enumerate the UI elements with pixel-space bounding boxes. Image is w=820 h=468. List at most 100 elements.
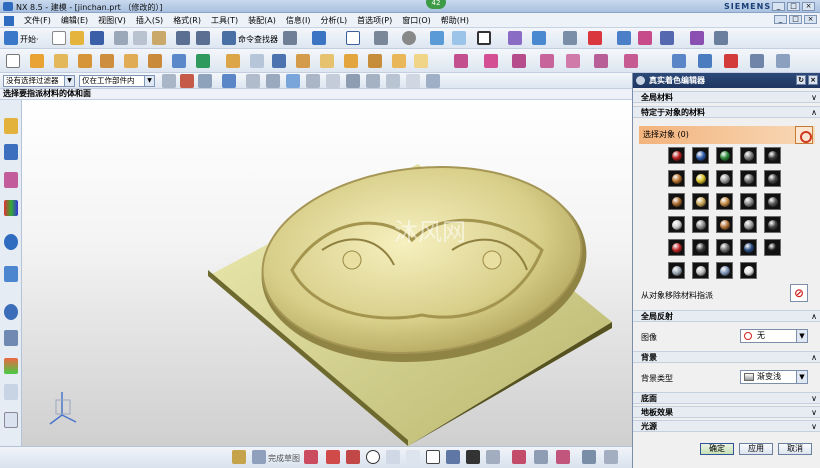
- offset-region-icon[interactable]: [540, 54, 554, 68]
- material-swatch[interactable]: [716, 216, 733, 233]
- display-mode-icon[interactable]: [283, 31, 297, 45]
- extrude-icon[interactable]: [30, 54, 44, 68]
- material-swatch[interactable]: [764, 170, 781, 187]
- paste-icon[interactable]: [152, 31, 166, 45]
- menu-window[interactable]: 窗口(O): [397, 15, 436, 26]
- palette-icon[interactable]: [4, 358, 18, 374]
- sew-icon[interactable]: [368, 54, 382, 68]
- section-stage-effect[interactable]: 地板效果 ∨: [633, 406, 820, 418]
- snap-on-face-icon[interactable]: [326, 74, 340, 88]
- fillet-icon[interactable]: [386, 450, 400, 464]
- material-swatch[interactable]: [740, 170, 757, 187]
- rectangle-icon[interactable]: [426, 450, 440, 464]
- material-swatch[interactable]: [764, 239, 781, 256]
- chamfer-sketch-icon[interactable]: [406, 450, 420, 464]
- material-swatch[interactable]: [716, 193, 733, 210]
- doc-minimize-button[interactable]: _: [774, 15, 787, 24]
- thicken-icon[interactable]: [344, 54, 358, 68]
- maximize-button[interactable]: □: [787, 2, 800, 11]
- sketch-icon[interactable]: [6, 54, 20, 68]
- redo-icon[interactable]: [196, 31, 210, 45]
- snap-point-on-icon[interactable]: [426, 74, 440, 88]
- material-swatch[interactable]: [716, 262, 733, 279]
- command-finder-label[interactable]: 命令查找器: [238, 34, 278, 45]
- studio-surface-icon[interactable]: [672, 54, 686, 68]
- material-swatch[interactable]: [740, 147, 757, 164]
- start-menu-label[interactable]: 开始·: [20, 34, 39, 45]
- material-swatch[interactable]: [692, 216, 709, 233]
- move-face-icon[interactable]: [484, 54, 498, 68]
- material-swatch[interactable]: [716, 170, 733, 187]
- delete-face-icon[interactable]: [594, 54, 608, 68]
- background-type-dropdown[interactable]: 渐变浅 ▼: [740, 370, 808, 384]
- section-background[interactable]: 背景 ∧: [633, 351, 820, 363]
- menu-assembly[interactable]: 装配(A): [243, 15, 281, 26]
- constraint-navigator-icon[interactable]: [4, 144, 18, 160]
- extension-icon[interactable]: [776, 54, 790, 68]
- remove-material-button[interactable]: ⊘: [790, 284, 808, 302]
- menu-tools[interactable]: 工具(T): [206, 15, 243, 26]
- bridge-icon[interactable]: [724, 54, 738, 68]
- section-global-material[interactable]: 全局材料 ∨: [633, 91, 820, 103]
- section-global-reflection[interactable]: 全局反射 ∧: [633, 310, 820, 322]
- material-swatch[interactable]: [668, 193, 685, 210]
- material-swatch[interactable]: [764, 193, 781, 210]
- app-icon[interactable]: [3, 2, 13, 11]
- material-swatch[interactable]: [692, 147, 709, 164]
- part-navigator-icon[interactable]: [4, 172, 18, 188]
- frame-icon[interactable]: [477, 31, 491, 45]
- save-icon[interactable]: [90, 31, 104, 45]
- constraints-icon[interactable]: [582, 450, 596, 464]
- snap-arc-icon[interactable]: [386, 74, 400, 88]
- snap-pole-icon[interactable]: [366, 74, 380, 88]
- material-swatch[interactable]: [716, 239, 733, 256]
- finish-sketch-icon[interactable]: [252, 450, 266, 464]
- scope-dropdown[interactable]: 仅在工作部件内 ▼: [79, 75, 155, 87]
- open-folder-icon[interactable]: [70, 31, 84, 45]
- material-swatch[interactable]: [668, 147, 685, 164]
- edge-blend-icon[interactable]: [148, 54, 162, 68]
- reset-icon[interactable]: ↻: [796, 75, 806, 85]
- mirror-icon[interactable]: [272, 54, 286, 68]
- law-extension-icon[interactable]: [750, 54, 764, 68]
- section-object-material[interactable]: 特定于对象的材料 ∧: [633, 106, 820, 118]
- snap-icon[interactable]: [312, 31, 326, 45]
- material-swatch[interactable]: [668, 262, 685, 279]
- material-swatch[interactable]: [668, 216, 685, 233]
- snap-intersection-icon[interactable]: [222, 74, 236, 88]
- resize-blend-icon[interactable]: [624, 54, 638, 68]
- finish-sketch-label[interactable]: 完成草图: [268, 453, 300, 464]
- copy-icon[interactable]: [133, 31, 147, 45]
- boss-icon[interactable]: [100, 54, 114, 68]
- roles-icon[interactable]: [4, 384, 18, 400]
- minimize-button[interactable]: _: [772, 2, 785, 11]
- type-filter-dropdown[interactable]: 没有选择过滤器 ▼: [3, 75, 75, 87]
- trim-icon[interactable]: [512, 450, 526, 464]
- menu-info[interactable]: 信息(I): [281, 15, 316, 26]
- edit-object-icon[interactable]: [430, 31, 444, 45]
- material-swatch[interactable]: [692, 193, 709, 210]
- polygon-icon[interactable]: [446, 450, 460, 464]
- section-base[interactable]: 底面 ∨: [633, 392, 820, 404]
- material-swatch[interactable]: [668, 170, 685, 187]
- menu-file[interactable]: 文件(F): [19, 15, 56, 26]
- grid-icon[interactable]: [660, 31, 674, 45]
- snap-bounded-icon[interactable]: [346, 74, 360, 88]
- material-swatch[interactable]: [740, 239, 757, 256]
- material-swatch[interactable]: [764, 216, 781, 233]
- material-swatch[interactable]: [692, 170, 709, 187]
- patch-icon[interactable]: [392, 54, 406, 68]
- reuse-library-icon[interactable]: [4, 200, 18, 216]
- menu-preferences[interactable]: 首选项(P): [352, 15, 397, 26]
- sketch-task-icon[interactable]: [232, 450, 246, 464]
- shell-icon[interactable]: [226, 54, 240, 68]
- material-swatch[interactable]: [716, 147, 733, 164]
- snap-midpoint-icon[interactable]: [180, 74, 194, 88]
- nx-icon[interactable]: [4, 16, 14, 26]
- binoculars-icon[interactable]: [222, 31, 236, 45]
- snap-point-icon[interactable]: [617, 31, 631, 45]
- system-materials-icon[interactable]: [4, 330, 18, 346]
- snap-tangent-icon[interactable]: [406, 74, 420, 88]
- analysis-icon[interactable]: [690, 31, 704, 45]
- menu-insert[interactable]: 插入(S): [131, 15, 168, 26]
